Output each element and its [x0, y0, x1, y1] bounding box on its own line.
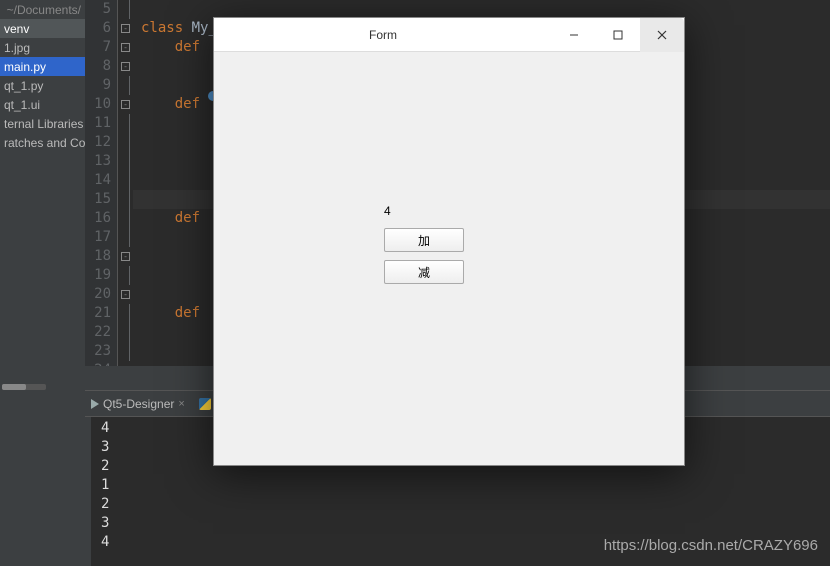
sidebar-item[interactable]: 1.jpg	[0, 38, 85, 57]
window-title: Form	[214, 28, 552, 42]
output-gutter	[85, 417, 91, 566]
qt-form-window[interactable]: Form 4 加 减	[213, 17, 685, 466]
minimize-button[interactable]	[552, 18, 596, 52]
tab-label: Qt5-Designer	[103, 397, 174, 411]
sidebar-item[interactable]: qt_1.py	[0, 76, 85, 95]
watermark: https://blog.csdn.net/CRAZY696	[604, 537, 818, 554]
index-progress	[2, 384, 46, 390]
sidebar-item[interactable]: qt_1.ui	[0, 95, 85, 114]
output-line: 2	[101, 495, 830, 514]
root-path: ~/Documents/	[0, 0, 85, 19]
form-body: 4 加 减	[214, 52, 684, 465]
counter-label: 4	[384, 204, 391, 218]
close-icon[interactable]: ×	[178, 398, 184, 410]
sidebar-item[interactable]: venv	[0, 19, 85, 38]
output-line: 1	[101, 476, 830, 495]
sidebar-item[interactable]: ternal Libraries	[0, 114, 85, 133]
line-gutter: 56789101112131415161718192021222324	[85, 0, 117, 366]
sidebar-item[interactable]: ratches and Cons	[0, 133, 85, 152]
sub-button[interactable]: 减	[384, 260, 464, 284]
python-icon	[199, 398, 211, 410]
play-icon	[91, 399, 99, 409]
run-tab[interactable]: Qt5-Designer ×	[91, 397, 185, 411]
project-sidebar[interactable]: ~/Documents/ venv1.jpgmain.pyqt_1.pyqt_1…	[0, 0, 85, 566]
output-line: 3	[101, 514, 830, 533]
sidebar-item[interactable]: main.py	[0, 57, 85, 76]
titlebar[interactable]: Form	[214, 18, 684, 52]
close-button[interactable]	[640, 18, 684, 52]
fold-column[interactable]: -------	[117, 0, 133, 366]
add-button[interactable]: 加	[384, 228, 464, 252]
maximize-button[interactable]	[596, 18, 640, 52]
